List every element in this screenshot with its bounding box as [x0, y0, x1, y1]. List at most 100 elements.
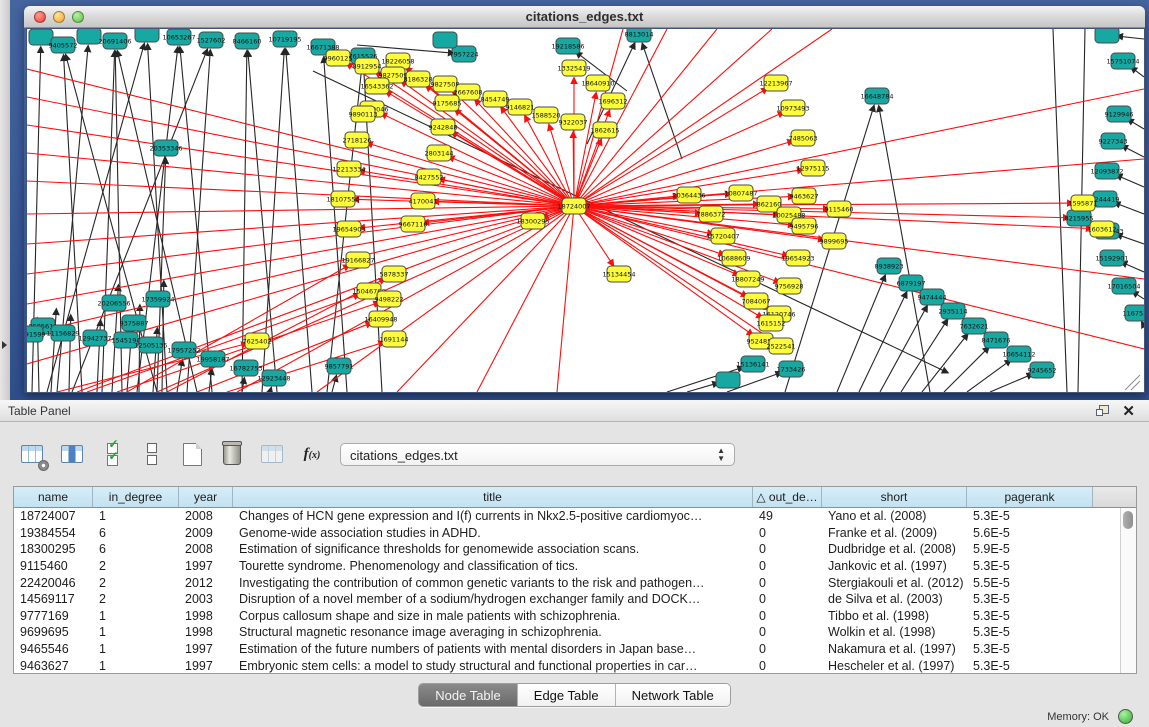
- graph-node[interactable]: 11156829: [46, 325, 79, 341]
- graph-node-cited[interactable]: 10807487: [724, 185, 757, 201]
- column-selection-icon[interactable]: [58, 440, 86, 468]
- graph-node-cited[interactable]: 7886372: [697, 206, 726, 222]
- table-cell[interactable]: 0: [753, 542, 822, 556]
- graph-node-cited[interactable]: 9899695: [820, 233, 849, 249]
- network-canvas[interactable]: 9405572206914061065326715276028466160107…: [26, 28, 1145, 393]
- column-header-short[interactable]: short: [822, 487, 967, 507]
- graph-node-cited[interactable]: 9960125: [324, 50, 353, 66]
- table-cell[interactable]: 5.3E-5: [967, 659, 1093, 673]
- table-row[interactable]: 946362711997Embryonic stem cells: a mode…: [14, 657, 1136, 674]
- graph-node-cited[interactable]: 12213334: [332, 161, 365, 177]
- graph-node-cited[interactable]: 18724007: [557, 198, 590, 214]
- table-cell[interactable]: 9777169: [14, 609, 93, 623]
- table-cell[interactable]: 0: [753, 642, 822, 656]
- table-scrollbar[interactable]: [1120, 508, 1136, 673]
- table-cell[interactable]: 1998: [179, 625, 233, 639]
- table-cell[interactable]: Nakamura et al. (1997): [822, 642, 967, 656]
- graph-node[interactable]: 19958187: [196, 351, 229, 367]
- graph-node[interactable]: 17016504: [1107, 278, 1140, 294]
- graph-node-cited[interactable]: 9146821: [506, 99, 535, 115]
- table-cell[interactable]: 5.6E-5: [967, 526, 1093, 540]
- graph-node[interactable]: 9129946: [1105, 106, 1134, 122]
- table-cell[interactable]: 0: [753, 659, 822, 673]
- graph-node-cited[interactable]: 18807249: [731, 271, 764, 287]
- graph-node-cited[interactable]: 9115460: [825, 201, 854, 217]
- table-cell[interactable]: 2008: [179, 509, 233, 523]
- table-cell[interactable]: 5.5E-5: [967, 576, 1093, 590]
- table-cell[interactable]: 2: [93, 559, 179, 573]
- table-cell[interactable]: 0: [753, 592, 822, 606]
- tab-edge-table[interactable]: Edge Table: [518, 684, 616, 706]
- table-cell[interactable]: Embryonic stem cells: a model to study s…: [233, 659, 753, 673]
- table-cell[interactable]: 1998: [179, 609, 233, 623]
- table-row[interactable]: 946554611997Estimation of the future num…: [14, 641, 1136, 658]
- graph-node[interactable]: 9375887: [120, 315, 149, 331]
- graph-node[interactable]: 12505135: [134, 337, 167, 353]
- graph-node-cited[interactable]: 18107554: [326, 191, 359, 207]
- table-source-dropdown[interactable]: citations_edges.txt ▲▼: [340, 443, 735, 466]
- graph-node-cited[interactable]: 10973493: [776, 100, 809, 116]
- table-cell[interactable]: 1997: [179, 659, 233, 673]
- column-header-year[interactable]: year: [179, 487, 233, 507]
- graph-node-cited[interactable]: 1603612: [1088, 221, 1117, 237]
- graph-node-cited[interactable]: 10688609: [717, 250, 750, 266]
- table-cell[interactable]: Disruption of a novel member of a sodium…: [233, 592, 753, 606]
- graph-node[interactable]: 12942737: [78, 330, 111, 346]
- new-column-icon[interactable]: [178, 440, 206, 468]
- graph-node[interactable]: 15751074: [1106, 53, 1139, 69]
- table-cell[interactable]: Wolkin et al. (1998): [822, 625, 967, 639]
- graph-node[interactable]: 1733426: [777, 361, 806, 377]
- table-cell[interactable]: 1: [93, 642, 179, 656]
- table-cell[interactable]: 1: [93, 625, 179, 639]
- graph-node[interactable]: 7632621: [960, 318, 989, 334]
- graph-node[interactable]: 9245652: [1028, 362, 1057, 378]
- graph-node[interactable]: 9857791: [325, 358, 354, 374]
- table-cell[interactable]: 0: [753, 609, 822, 623]
- graph-node[interactable]: 12093872: [1090, 163, 1123, 179]
- graph-node-cited[interactable]: 18640910: [581, 75, 614, 91]
- citation-graph[interactable]: 9405572206914061065326715276028466160107…: [27, 29, 1144, 392]
- close-panel-icon[interactable]: ✕: [1122, 402, 1135, 420]
- table-cell[interactable]: Corpus callosum shape and size in male p…: [233, 609, 753, 623]
- graph-node-cited[interactable]: 7485063: [789, 130, 818, 146]
- graph-node[interactable]: 9391599: [27, 326, 45, 342]
- table-cell[interactable]: Franke et al. (2009): [822, 526, 967, 540]
- float-window-icon[interactable]: [1096, 405, 1109, 417]
- graph-node-cited[interactable]: 2718126: [343, 132, 372, 148]
- graph-node[interactable]: 6879197: [897, 275, 926, 291]
- graph-node[interactable]: 9405572: [49, 37, 78, 53]
- graph-node-cited[interactable]: 2803144: [425, 145, 454, 161]
- graph-node-cited[interactable]: 1862615: [591, 122, 620, 138]
- table-settings-icon[interactable]: [18, 440, 46, 468]
- table-row[interactable]: 1456911722003Disruption of a novel membe…: [14, 591, 1136, 608]
- table-cell[interactable]: 1: [93, 659, 179, 673]
- table-cell[interactable]: 0: [753, 526, 822, 540]
- graph-node-cited[interactable]: 9890113: [349, 106, 378, 122]
- table-cell[interactable]: 5.3E-5: [967, 592, 1093, 606]
- scrollbar-thumb[interactable]: [1123, 511, 1133, 529]
- graph-node[interactable]: 10719195: [268, 31, 301, 47]
- table-cell[interactable]: Changes of HCN gene expression and I(f) …: [233, 509, 753, 523]
- graph-node[interactable]: 8215955: [1065, 210, 1094, 226]
- graph-node[interactable]: 8466160: [233, 33, 262, 49]
- table-row[interactable]: 1938455462009Genome-wide association stu…: [14, 525, 1136, 542]
- table-cell[interactable]: 6: [93, 542, 179, 556]
- graph-node-cited[interactable]: 9242848: [429, 119, 458, 135]
- graph-node[interactable]: 20691406: [98, 33, 131, 49]
- graph-node[interactable]: 1167533: [1123, 305, 1144, 321]
- graph-node-cited[interactable]: 15134454: [602, 266, 635, 282]
- table-cell[interactable]: 2009: [179, 526, 233, 540]
- table-cell[interactable]: 9115460: [14, 559, 93, 573]
- graph-node-cited[interactable]: 1588520: [532, 107, 561, 123]
- graph-node-cited[interactable]: 9463627: [790, 188, 819, 204]
- table-cell[interactable]: 0: [753, 559, 822, 573]
- table-row[interactable]: 969969511998Structural magnetic resonanc…: [14, 624, 1136, 641]
- column-header-title[interactable]: title: [233, 487, 753, 507]
- graph-node-cited[interactable]: 9667110: [399, 216, 428, 232]
- table-cell[interactable]: Genome-wide association studies in ADHD.: [233, 526, 753, 540]
- table-cell[interactable]: 2008: [179, 542, 233, 556]
- graph-node[interactable]: 9474444: [918, 289, 947, 305]
- table-cell[interactable]: 2012: [179, 576, 233, 590]
- table-cell[interactable]: 9465546: [14, 642, 93, 656]
- select-columns-icon[interactable]: [98, 440, 126, 468]
